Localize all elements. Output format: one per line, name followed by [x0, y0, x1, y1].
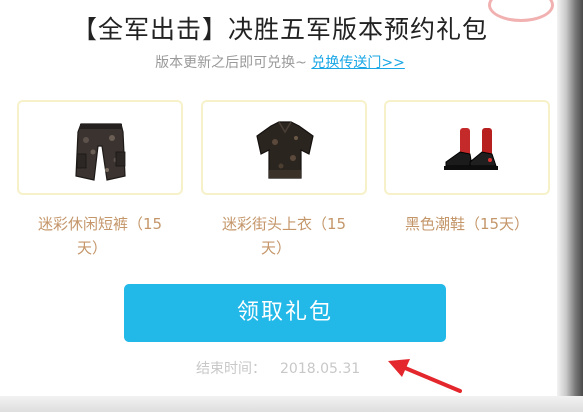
item-card-sneakers[interactable]	[384, 100, 550, 195]
annotation-arrow-icon	[388, 359, 462, 393]
bottom-edge	[0, 396, 583, 412]
subtitle: 版本更新之后即可兑换~ 兑换传送门>>	[20, 52, 540, 72]
item-label-shirt-line1: 迷彩街头上衣（15	[221, 215, 347, 233]
item-label-shirt: 迷彩街头上衣（15 天）	[201, 212, 367, 260]
end-time-label: 结束时间：	[196, 361, 266, 377]
item-label-shorts-line2: 天）	[77, 239, 108, 257]
subtitle-text: 版本更新之后即可兑换~	[155, 55, 307, 71]
item-card-shirt[interactable]	[201, 100, 367, 195]
item-card-shorts[interactable]	[17, 100, 183, 195]
claim-gift-button[interactable]: 领取礼包	[124, 284, 446, 342]
end-time: 结束时间： 2018.05.31	[196, 358, 360, 378]
item-label-sneakers-line1: 黑色潮鞋（15天）	[404, 215, 530, 233]
item-label-sneakers: 黑色潮鞋（15天）	[384, 212, 550, 236]
page-title: 【全军出击】决胜五军版本预约礼包	[71, 15, 488, 44]
end-time-value: 2018.05.31	[280, 361, 361, 377]
redeem-portal-link[interactable]: 兑换传送门>>	[311, 55, 404, 71]
window-edge-shadow	[557, 0, 583, 412]
item-label-shorts: 迷彩休闲短裤（15 天）	[17, 212, 183, 260]
black-sneakers-icon	[444, 128, 498, 170]
camo-shorts-icon	[75, 123, 126, 181]
item-label-shorts-line1: 迷彩休闲短裤（15	[37, 215, 163, 233]
item-label-shirt-line2: 天）	[261, 239, 292, 257]
camo-shirt-icon	[256, 121, 314, 179]
gift-pack-panel: 【全军出击】决胜五军版本预约礼包 版本更新之后即可兑换~ 兑换传送门>> 迷彩休…	[0, 0, 583, 412]
